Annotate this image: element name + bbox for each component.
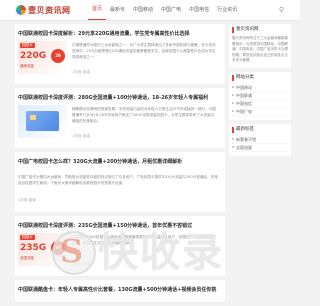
article-title[interactable]: 中国联通校园卡深度评测：280G全国流量+100分钟通话，18-26岁年轻人专属… [18,94,223,101]
article-summary: 中国联通235G校园卡以首年优惠的超值资费吸引了大量学生用户，全国通用流量加通话… [72,235,215,245]
top-navbar: 壹贝资讯网 首页 最新专 中国移动 中国广电 中国电信 行业资讯 ⚲ [0,0,300,21]
article-title[interactable]: 中国广电校园卡怎么样？320G大流量+200分钟通话，月租优惠详细解析 [18,158,223,165]
category-list: 中国移动 中国联通 中国电信 中国广电 [232,84,288,116]
bullet-icon [232,86,234,88]
nav-item-latest[interactable]: 最新专 [106,0,129,20]
bullet-icon [232,138,234,140]
article-item[interactable]: 中国广电校园卡怎么样？320G大流量+200分钟通话，月租优惠详细解析 中国广电… [15,152,225,213]
article-title[interactable]: 中国联通校园卡深度解析：29元享220G通用流量，学生党专属高性价比选择 [18,30,223,37]
category-label: 中国联通 [236,92,252,98]
nav-item-china-broadnet[interactable]: 中国广电 [157,0,185,20]
article-summary: 随着移动互联网的快速发展，手机流量已经成为年轻人日常生活中不可或缺的一部分。中国… [72,107,216,123]
thumbnail-badge: 校园卡 [20,43,35,48]
bullet-icon [232,94,234,96]
article-item[interactable]: 中国联通校园卡深度评测：235G全国流量+150分钟通话，首年优惠不容错过 校园… [15,216,225,277]
category-item[interactable]: 中国电信 [232,100,288,108]
category-label: 中国广电 [236,108,252,114]
article-meta: 1天前 阅读 [72,262,90,266]
article-meta: 1天前 阅读 [72,134,90,138]
sim-card-illustration [26,111,59,131]
thumbnail-price-tag: 19 [51,241,65,255]
main-nav: 首页 最新专 中国移动 中国广电 中国电信 行业资讯 [88,0,241,20]
tag-item[interactable]: 新套餐不错 [232,136,288,144]
tag-widget: 最新标签 新套餐不错 全国流量 [229,123,291,156]
thumbnail-caption: 通用流量 [20,64,34,68]
thumbnail-headline: 235G [20,243,47,253]
article-summary: 中国广电作为第四大运营商，凭借其大流量低月租的特点吸引了众多用户。广电校园卡提供… [18,175,218,185]
category-item[interactable]: 中国联通 [232,92,288,100]
article-item[interactable]: 中国联通校园卡深度评测：280G全国流量+100分钟通话，18-26岁年轻人专属… [15,88,225,149]
thumbnail-price-tag: 29 [51,49,65,63]
logo-icon [16,5,26,15]
nav-item-china-mobile[interactable]: 中国移动 [129,0,157,20]
search-icon[interactable]: ⚲ [279,6,284,14]
sim-chip-icon [30,115,36,120]
article-title[interactable]: 中国联通酷盘卡：年轻人专属高性价比套餐，130G流量+500分钟通话+视频会员任… [18,286,223,293]
nav-item-home[interactable]: 首页 [88,0,107,20]
thumbnail-caption: 全国流量 [20,256,34,260]
article-title[interactable]: 中国联通校园卡深度评测：235G全国流量+150分钟通话，首年优惠不容错过 [18,222,223,229]
category-item[interactable]: 中国移动 [232,84,288,92]
about-text: 壹贝资讯网专注于三大运营商最新套餐资讯，为您提供中国移动、中国联通、中国电信、中… [232,36,288,62]
bullet-icon [232,146,234,148]
article-thumbnail[interactable]: 校园卡 235G 全国流量 19 [18,233,67,266]
article-thumbnail[interactable]: 校园卡 220G 通用流量 29 [18,41,67,74]
nav-item-industry-news[interactable]: 行业资讯 [213,0,241,20]
article-thumbnail[interactable] [18,105,67,138]
widget-title: 壹贝资讯网 [232,27,288,33]
article-item[interactable]: 中国联通校园卡深度解析：29元享220G通用流量，学生党专属高性价比选择 校园卡… [15,24,225,85]
logo-text: 壹贝资讯网 [28,4,71,15]
article-list: 中国联通校园卡深度解析：29元享220G通用流量，学生党专属高性价比选择 校园卡… [15,24,225,306]
category-widget: 网站分类 中国移动 中国联通 中国电信 中国广电 [229,71,291,120]
article-meta: 1天前 阅读 [72,70,90,74]
tag-list: 新套餐不错 全国流量 [232,136,288,152]
tag-label: 新套餐不错 [236,136,256,142]
article-meta: 1天前 阅读 [18,198,36,202]
thumbnail-badge: 校园卡 [20,235,35,240]
about-widget: 壹贝资讯网 壹贝资讯网专注于三大运营商最新套餐资讯，为您提供中国移动、中国联通、… [229,24,291,68]
widget-title: 网站分类 [232,74,288,81]
category-item[interactable]: 中国广电 [232,108,288,116]
site-logo[interactable]: 壹贝资讯网 [16,4,76,16]
category-label: 中国移动 [236,84,252,90]
tag-item[interactable]: 全国流量 [232,144,288,152]
bullet-icon [232,110,234,112]
widget-title: 最新标签 [232,126,288,133]
article-summary: 中国联通作为国内三大运营商之一，为广大学生群体推出了多款专属校园卡套餐。在众多的… [72,43,216,59]
category-label: 中国电信 [236,100,252,106]
tag-label: 全国流量 [236,144,252,150]
bullet-icon [232,102,234,104]
nav-item-china-telecom[interactable]: 中国电信 [185,0,213,20]
sidebar: 壹贝资讯网 壹贝资讯网专注于三大运营商最新套餐资讯，为您提供中国移动、中国联通、… [229,24,291,160]
thumbnail-headline: 220G [20,51,47,61]
